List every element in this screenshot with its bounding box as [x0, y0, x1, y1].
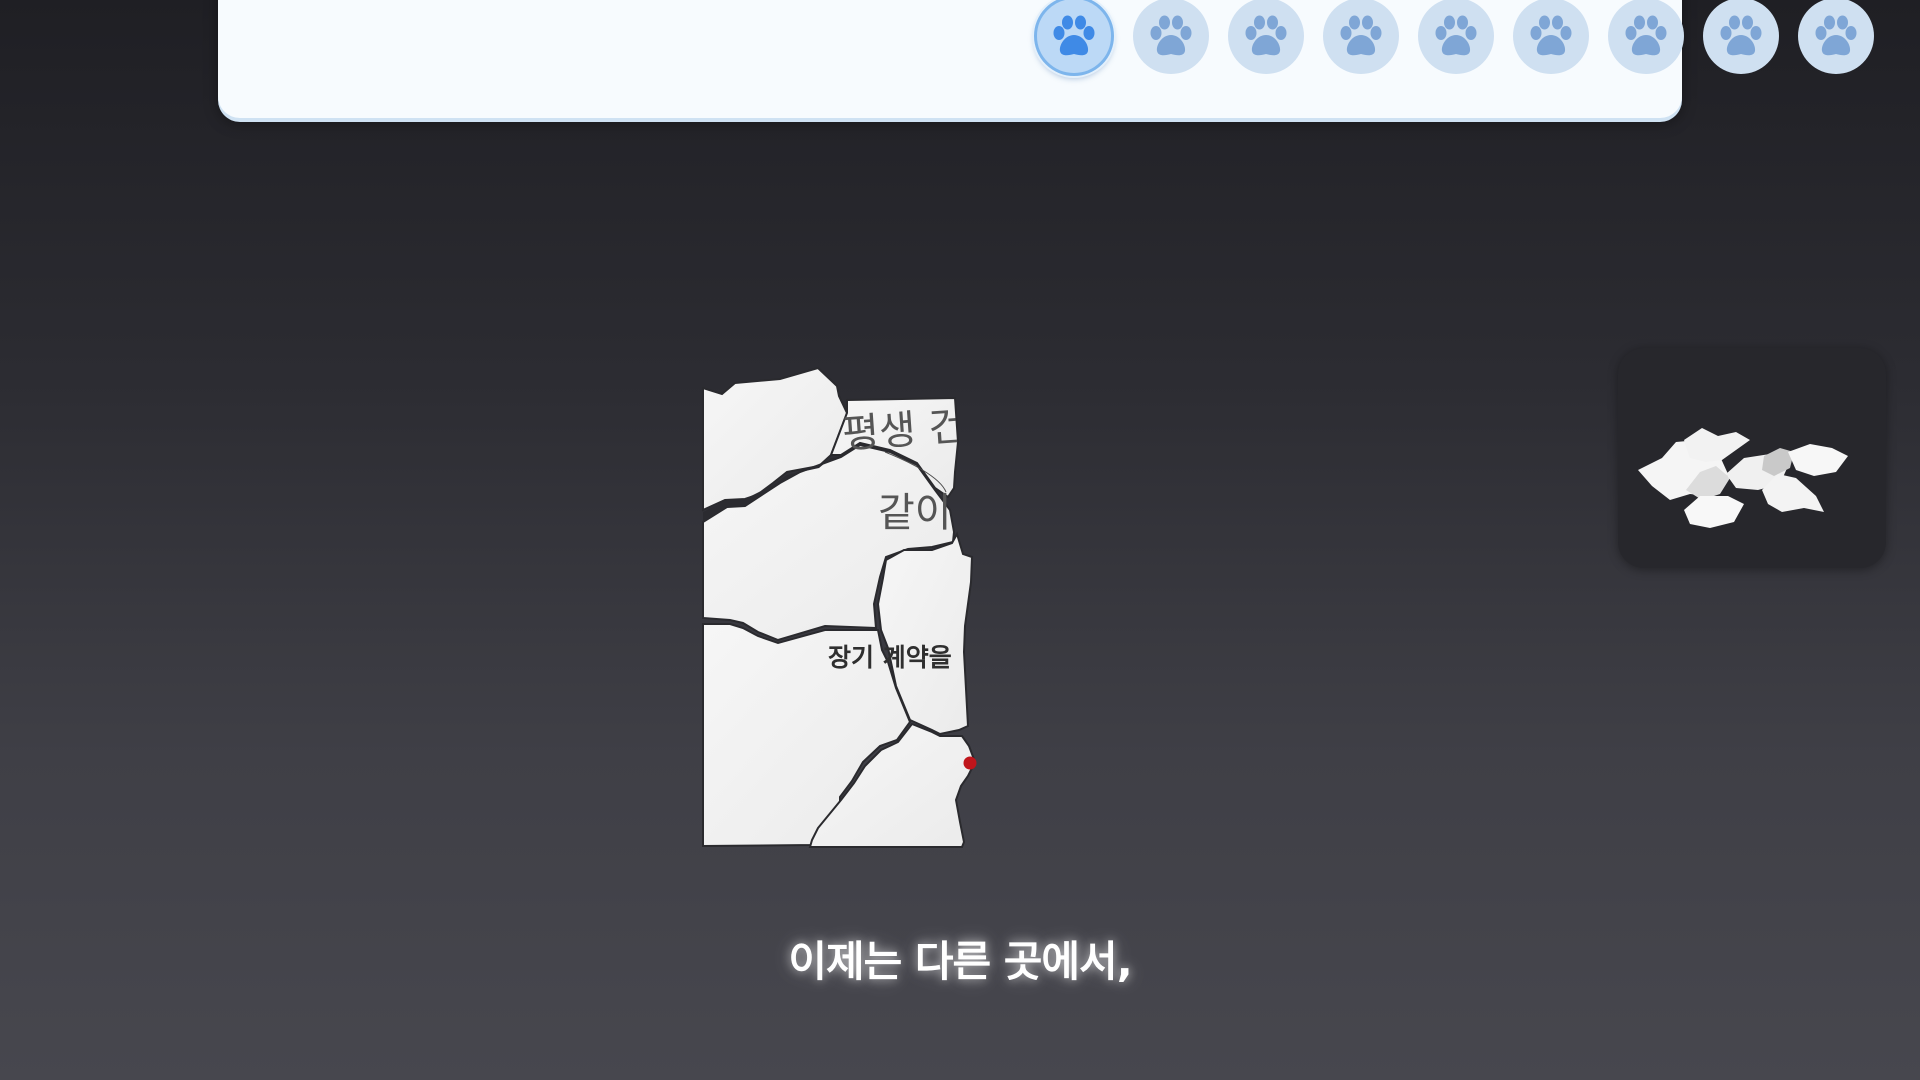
paw-icon — [1530, 15, 1572, 56]
level-button-4[interactable] — [1323, 0, 1399, 74]
level-button-5[interactable] — [1418, 0, 1494, 74]
scattered-pieces-preview — [1638, 428, 1848, 528]
paper-text-line2: 같이 — [878, 490, 952, 536]
level-button-7[interactable] — [1608, 0, 1684, 74]
paper-text-line3: 장기 계약을 — [828, 643, 952, 672]
paw-icon — [1245, 15, 1287, 56]
paw-icon — [1340, 15, 1382, 56]
paw-icon — [1720, 15, 1762, 56]
paw-icon — [1053, 15, 1095, 56]
paw-icon — [1625, 15, 1667, 56]
level-button-6[interactable] — [1513, 0, 1589, 74]
level-button-3[interactable] — [1228, 0, 1304, 74]
torn-paper-puzzle: 평생 건 같이 장기 계약을 — [700, 362, 990, 848]
level-button-1[interactable] — [1034, 0, 1114, 76]
level-button-9[interactable] — [1798, 0, 1874, 74]
paw-icon — [1815, 15, 1857, 56]
puzzle-preview-panel — [1618, 348, 1886, 568]
level-button-row — [1034, 0, 1874, 76]
paper-text-line1: 평생 건 — [840, 403, 958, 458]
level-button-2[interactable] — [1133, 0, 1209, 74]
level-button-8[interactable] — [1703, 0, 1779, 74]
level-select-bar — [218, 0, 1874, 118]
paw-icon — [1150, 15, 1192, 56]
dialogue-subtitle: 이제는 다른 곳에서, — [788, 937, 1132, 986]
red-seal-mark — [963, 756, 977, 770]
paw-icon — [1435, 15, 1477, 56]
